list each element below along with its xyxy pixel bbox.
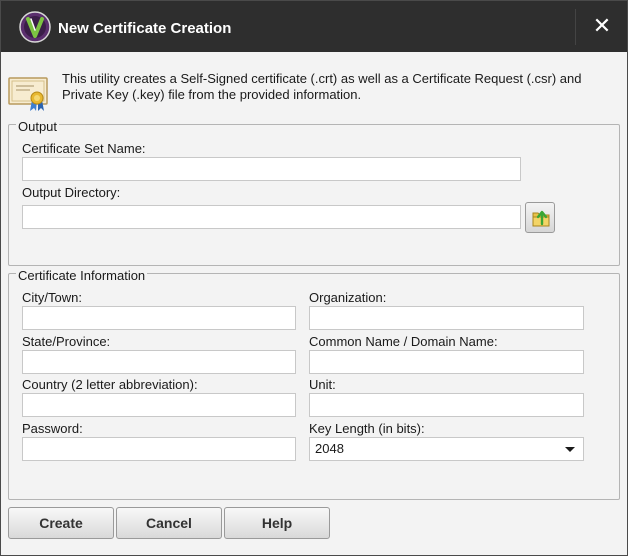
dialog-window: New Certificate Creation ✕ This utility … xyxy=(0,0,628,556)
output-directory-input[interactable] xyxy=(22,205,521,229)
output-directory-label: Output Directory: xyxy=(22,185,121,200)
state-input[interactable] xyxy=(22,350,296,374)
organization-input[interactable] xyxy=(309,306,584,330)
close-icon: ✕ xyxy=(592,13,612,38)
password-input[interactable] xyxy=(22,437,296,461)
city-label: City/Town: xyxy=(22,290,82,305)
password-label: Password: xyxy=(22,421,83,436)
country-label: Country (2 letter abbreviation): xyxy=(22,377,198,392)
key-length-value: 2048 xyxy=(315,441,344,456)
common-name-input[interactable] xyxy=(309,350,584,374)
unit-input[interactable] xyxy=(309,393,584,417)
create-button[interactable]: Create xyxy=(8,507,114,539)
city-input[interactable] xyxy=(22,306,296,330)
app-logo-icon xyxy=(19,11,51,43)
window-title: New Certificate Creation xyxy=(58,20,232,37)
cert-set-name-input[interactable] xyxy=(22,157,521,181)
cancel-button[interactable]: Cancel xyxy=(116,507,222,539)
common-name-label: Common Name / Domain Name: xyxy=(309,334,498,349)
title-divider xyxy=(575,9,576,45)
description-text: This utility creates a Self-Signed certi… xyxy=(62,71,582,102)
state-label: State/Province: xyxy=(22,334,111,349)
close-button[interactable]: ✕ xyxy=(587,11,617,41)
chevron-down-icon xyxy=(565,447,575,452)
unit-label: Unit: xyxy=(309,377,336,392)
output-group-legend: Output xyxy=(16,119,60,134)
cert-info-group-legend: Certificate Information xyxy=(16,268,148,283)
cert-set-name-label: Certificate Set Name: xyxy=(22,141,146,156)
organization-label: Organization: xyxy=(309,290,387,305)
country-input[interactable] xyxy=(22,393,296,417)
key-length-select[interactable]: 2048 xyxy=(309,437,584,461)
certificate-icon xyxy=(8,77,48,111)
help-button[interactable]: Help xyxy=(224,507,330,539)
title-bar[interactable]: New Certificate Creation ✕ xyxy=(1,1,627,52)
browse-directory-button[interactable] xyxy=(525,202,555,233)
key-length-label: Key Length (in bits): xyxy=(309,421,425,436)
folder-browse-icon xyxy=(532,210,550,227)
